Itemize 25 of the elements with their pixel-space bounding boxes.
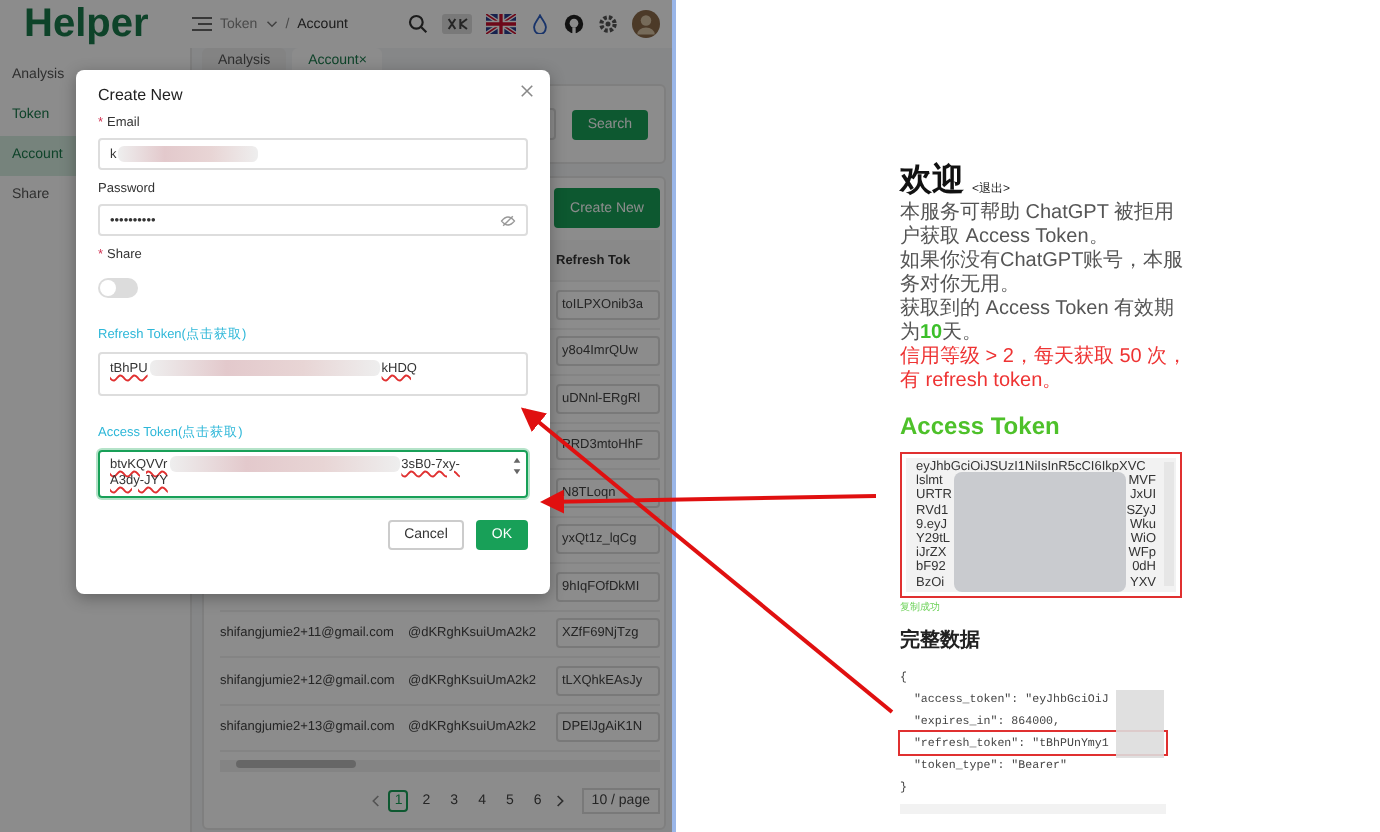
translate-icon[interactable] bbox=[442, 14, 472, 34]
redacted-block bbox=[118, 146, 259, 162]
app-logo: Helper bbox=[22, 4, 151, 44]
search-icon[interactable] bbox=[408, 14, 428, 34]
avatar-icon[interactable] bbox=[632, 10, 660, 38]
intro-text: 本服务可帮助 ChatGPT 被拒用户获取 Access Token。 bbox=[900, 202, 1177, 249]
warning-text: 信用等级 > 2，每天获取 50 次，有 refresh token。 bbox=[900, 346, 1190, 394]
close-icon[interactable] bbox=[520, 84, 534, 98]
scroll-arrows-icon[interactable] bbox=[512, 456, 522, 476]
vertical-scrollbar[interactable] bbox=[1164, 462, 1174, 586]
previous-page-icon[interactable] bbox=[370, 794, 381, 808]
eye-slash-icon[interactable] bbox=[500, 213, 516, 227]
section-heading: 完整数据 bbox=[900, 626, 982, 654]
gear-icon[interactable] bbox=[598, 14, 618, 34]
dialog-title: Create New bbox=[98, 86, 185, 104]
menu-icon[interactable] bbox=[192, 14, 212, 34]
intro-text: 如果你没有ChatGPT账号，本服务对你无用。 bbox=[900, 250, 1186, 297]
flag-icon[interactable] bbox=[486, 14, 516, 34]
page-title: 欢迎 bbox=[900, 160, 964, 201]
redacted-block bbox=[1116, 690, 1164, 758]
section-heading: Access Token bbox=[900, 412, 1062, 440]
horizontal-scrollbar[interactable] bbox=[220, 760, 660, 772]
intro-text: 获取到的 Access Token 有效期为10天。 bbox=[900, 298, 1177, 345]
share-toggle[interactable] bbox=[98, 278, 138, 298]
next-page-icon[interactable] bbox=[555, 794, 566, 808]
